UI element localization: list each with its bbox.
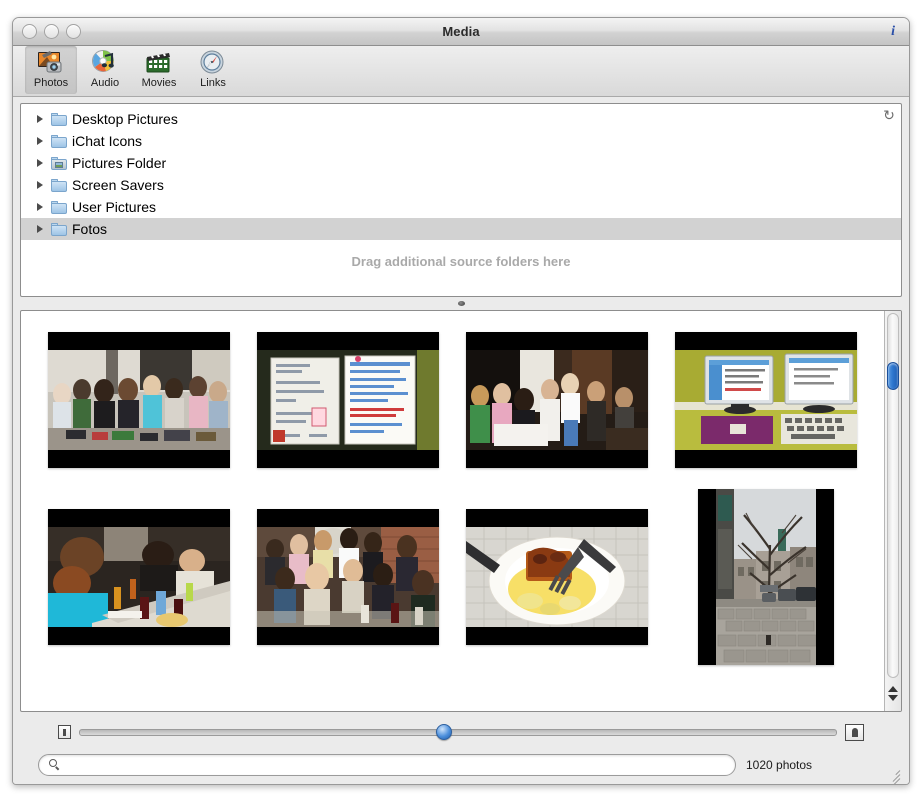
- close-button[interactable]: [22, 24, 37, 39]
- source-item-label: Fotos: [72, 221, 108, 237]
- pictures-folder-icon: [51, 156, 67, 170]
- photo-cell[interactable]: [453, 504, 662, 649]
- photo-cell[interactable]: [661, 488, 870, 665]
- scrollbar-arrows: [885, 678, 901, 711]
- thumbnail-image: [465, 349, 648, 450]
- photo-cell[interactable]: [453, 327, 662, 472]
- thumbnail-dinner-table-people[interactable]: [48, 508, 231, 645]
- links-icon: [198, 49, 228, 76]
- search-field[interactable]: [38, 754, 736, 776]
- source-item-label: Desktop Pictures: [72, 111, 178, 127]
- audio-icon: [90, 49, 120, 76]
- toolbar-item-audio[interactable]: Audio: [79, 46, 131, 94]
- media-window: Media i Photos Audio Movies Links ↻ Desk…: [12, 17, 910, 785]
- refresh-icon[interactable]: ↻: [882, 108, 896, 122]
- panel-splitter[interactable]: [20, 297, 902, 310]
- disclosure-triangle-icon[interactable]: [37, 203, 48, 211]
- thumbnail-computer-lab-monitors[interactable]: [674, 331, 857, 468]
- splitter-grip-icon: [457, 301, 465, 306]
- scrollbar-thumb[interactable]: [887, 362, 899, 390]
- bottom-bar: 1020 photos: [20, 712, 902, 784]
- source-list: Desktop Pictures iChat Icons Pictures Fo…: [21, 104, 901, 240]
- photos-icon: [36, 49, 66, 76]
- window-controls: [22, 24, 81, 39]
- disclosure-triangle-icon[interactable]: [37, 181, 48, 189]
- source-item-screen-savers[interactable]: Screen Savers: [21, 174, 901, 196]
- toolbar: Photos Audio Movies Links: [13, 46, 909, 97]
- info-icon[interactable]: i: [891, 24, 895, 40]
- thumbnail-image: [48, 349, 231, 450]
- thumbnail-food-plate-dessert[interactable]: [465, 508, 648, 645]
- disclosure-triangle-icon[interactable]: [37, 137, 48, 145]
- thumbnail-image: [48, 526, 231, 627]
- toolbar-item-movies[interactable]: Movies: [133, 46, 185, 94]
- disclosure-triangle-icon[interactable]: [37, 159, 48, 167]
- drag-hint-text: Drag additional source folders here: [351, 253, 571, 269]
- source-item-fotos[interactable]: Fotos: [21, 218, 901, 240]
- photo-scrollbar[interactable]: [884, 311, 901, 711]
- toolbar-label-links: Links: [200, 77, 226, 89]
- photo-grid-area: [21, 311, 884, 711]
- photo-cell[interactable]: [661, 327, 870, 472]
- thumbnail-size-slider-row: [32, 722, 890, 742]
- toolbar-item-links[interactable]: Links: [187, 46, 239, 94]
- toolbar-label-photos: Photos: [33, 77, 69, 89]
- large-thumbnail-icon[interactable]: [845, 723, 864, 741]
- title-bar: Media i: [13, 18, 909, 46]
- folder-icon: [51, 112, 67, 126]
- photo-grid: [21, 327, 884, 665]
- thumbnail-image: [257, 526, 440, 627]
- thumbnail-documents-on-dark[interactable]: [257, 331, 440, 468]
- source-item-ichat-icons[interactable]: iChat Icons: [21, 130, 901, 152]
- movies-icon: [144, 49, 174, 76]
- folder-icon: [51, 222, 67, 236]
- source-item-pictures-folder[interactable]: Pictures Folder: [21, 152, 901, 174]
- window-title: Media: [442, 24, 480, 39]
- search-input[interactable]: [66, 757, 725, 773]
- folder-icon: [51, 178, 67, 192]
- photo-count-label: 1020 photos: [746, 758, 813, 772]
- source-item-desktop-pictures[interactable]: Desktop Pictures: [21, 108, 901, 130]
- source-item-label: Screen Savers: [72, 177, 164, 193]
- folder-icon: [51, 200, 67, 214]
- zoom-button[interactable]: [66, 24, 81, 39]
- toolbar-label-audio: Audio: [90, 77, 120, 89]
- resize-grip-icon[interactable]: [886, 768, 901, 784]
- disclosure-triangle-icon[interactable]: [37, 225, 48, 233]
- photo-cell[interactable]: [244, 504, 453, 649]
- photo-cell[interactable]: [244, 327, 453, 472]
- source-item-label: Pictures Folder: [72, 155, 167, 171]
- slider-knob[interactable]: [435, 723, 452, 740]
- scroll-down-arrow-icon[interactable]: [888, 694, 898, 701]
- photo-cell[interactable]: [35, 504, 244, 649]
- thumbnail-image: [465, 526, 648, 627]
- thumbnail-crowd-indoor-market[interactable]: [48, 331, 231, 468]
- source-item-label: User Pictures: [72, 199, 157, 215]
- source-list-panel: ↻ Desktop Pictures iChat Icons Pictures …: [20, 103, 902, 297]
- thumbnail-image: [715, 488, 816, 665]
- scrollbar-track[interactable]: [887, 313, 899, 678]
- photo-cell[interactable]: [35, 327, 244, 472]
- thumbnail-party-brick-room[interactable]: [257, 508, 440, 645]
- toolbar-label-movies: Movies: [141, 77, 177, 89]
- thumbnail-image: [257, 349, 440, 450]
- thumbnail-classroom-meeting[interactable]: [465, 331, 648, 468]
- source-item-user-pictures[interactable]: User Pictures: [21, 196, 901, 218]
- photo-browser: [20, 310, 902, 712]
- minimize-button[interactable]: [44, 24, 59, 39]
- source-item-label: iChat Icons: [72, 133, 143, 149]
- thumbnail-image: [674, 349, 857, 450]
- small-thumbnail-icon[interactable]: [58, 725, 71, 739]
- content-area: ↻ Desktop Pictures iChat Icons Pictures …: [13, 97, 909, 784]
- disclosure-triangle-icon[interactable]: [37, 115, 48, 123]
- search-icon: [49, 759, 61, 771]
- toolbar-item-photos[interactable]: Photos: [25, 46, 77, 94]
- thumbnail-size-slider[interactable]: [79, 723, 837, 740]
- folder-icon: [51, 134, 67, 148]
- thumbnail-street-tree-winter[interactable]: [697, 488, 834, 665]
- scroll-up-arrow-icon[interactable]: [888, 685, 898, 692]
- search-row: 1020 photos: [32, 754, 890, 776]
